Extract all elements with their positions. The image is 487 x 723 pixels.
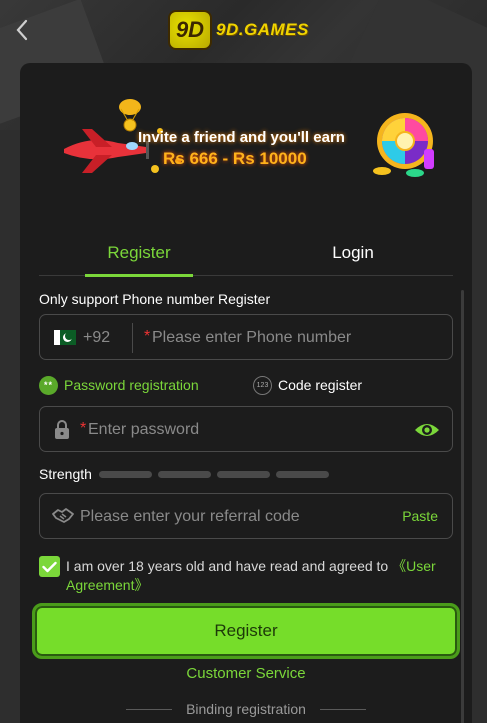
password-strength: Strength: [39, 465, 335, 483]
referral-code-input[interactable]: [80, 504, 380, 530]
code-register-label: Code register: [278, 377, 363, 393]
strength-bar: [216, 470, 270, 478]
phone-field[interactable]: +92 *: [39, 314, 453, 360]
binding-registration-divider: Binding registration: [125, 700, 367, 718]
password-input[interactable]: [88, 417, 408, 443]
agreement-row: I am over 18 years old and have read and…: [39, 556, 453, 596]
banner-reward: Rs 666 - Rs 10000: [163, 149, 307, 168]
customer-service-link[interactable]: Customer Service: [20, 665, 472, 682]
auth-tabs: Register Login: [39, 230, 453, 277]
agreement-checkbox[interactable]: [39, 556, 60, 577]
scrollbar[interactable]: [461, 290, 464, 723]
country-code[interactable]: +92: [83, 329, 110, 347]
lock-icon: [55, 420, 69, 439]
required-marker: *: [80, 420, 87, 437]
brand-logo: 9D 9D.GAMES: [168, 10, 309, 50]
password-registration-label: Password registration: [64, 377, 199, 393]
brand-name: 9D.GAMES: [216, 20, 309, 39]
strength-bar: [275, 470, 329, 478]
pakistan-flag-icon[interactable]: [54, 330, 76, 345]
chevron-left-icon: [16, 19, 28, 41]
password-mode-icon: **: [39, 375, 58, 395]
password-field[interactable]: *: [39, 406, 453, 452]
brand-badge: 9D: [168, 10, 212, 50]
register-button[interactable]: Register: [32, 603, 460, 659]
register-note: Only support Phone number Register: [39, 291, 271, 307]
invite-banner[interactable]: Invite a friend and you'll earn Rs 666 -…: [60, 91, 435, 181]
code-register-option[interactable]: 123 Code register: [253, 373, 362, 397]
referral-field[interactable]: Paste: [39, 493, 453, 539]
binding-registration-label: Binding registration: [186, 701, 306, 717]
agreement-statement: I am over 18 years old and have read and…: [66, 558, 393, 574]
tab-login[interactable]: Login: [299, 230, 407, 276]
checkmark-icon: [42, 561, 57, 572]
strength-bar: [157, 470, 211, 478]
paste-button[interactable]: Paste: [402, 508, 438, 524]
divider-line: [126, 708, 173, 710]
required-marker: *: [144, 328, 151, 345]
top-bar: 9D 9D.GAMES: [0, 0, 487, 60]
password-registration-option[interactable]: ** Password registration: [39, 373, 199, 397]
register-card: Invite a friend and you'll earn Rs 666 -…: [20, 63, 472, 723]
divider: [132, 323, 133, 353]
back-button[interactable]: [10, 16, 34, 44]
strength-bar: [98, 470, 152, 478]
strength-label: Strength: [39, 466, 92, 482]
handshake-icon: [52, 508, 74, 523]
banner-headline: Invite a friend and you'll earn: [138, 129, 345, 146]
agreement-text: I am over 18 years old and have read and…: [66, 557, 456, 595]
tab-register[interactable]: Register: [85, 230, 193, 277]
code-mode-icon: 123: [253, 375, 272, 395]
phone-input[interactable]: [152, 325, 442, 351]
registration-mode-row: ** Password registration 123 Code regist…: [39, 373, 453, 397]
eye-icon[interactable]: [414, 419, 440, 441]
divider-line: [319, 708, 366, 710]
